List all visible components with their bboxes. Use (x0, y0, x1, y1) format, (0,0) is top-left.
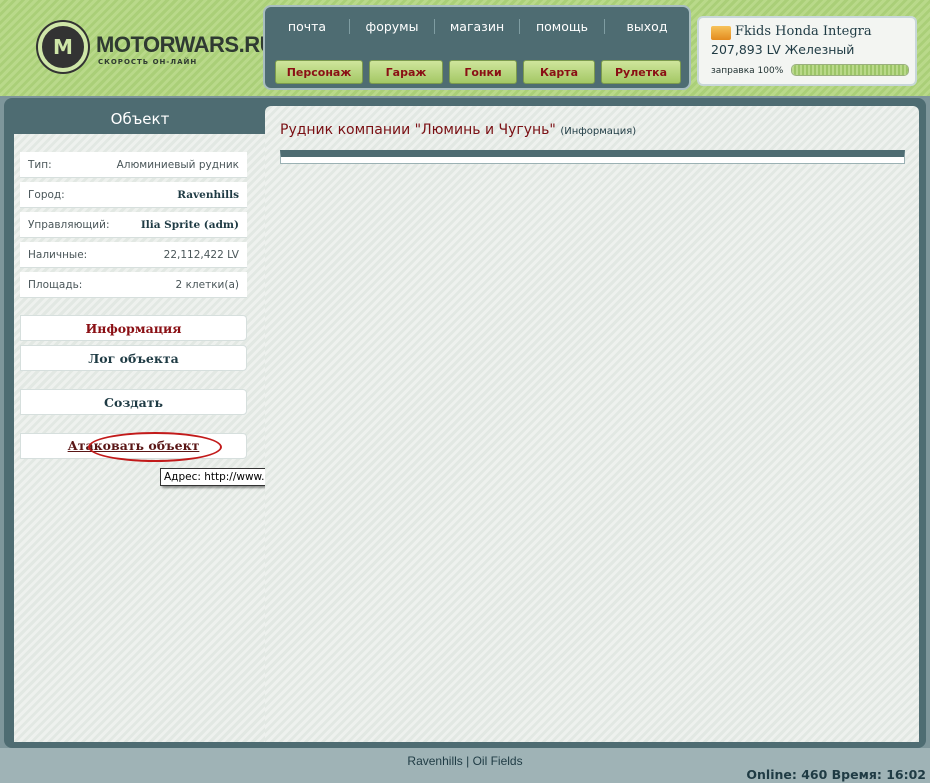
logo-text: MOTORWARS.RU (96, 32, 275, 57)
user-money: 207,893 LV Железный (711, 42, 855, 57)
info-label: Наличные: (28, 248, 88, 261)
menu-info-button[interactable]: Информация (20, 315, 247, 341)
menu-log-button[interactable]: Лог объекта (20, 345, 247, 371)
info-value: 22,112,422 LV (163, 248, 239, 261)
user-info-panel: Fkids Honda Integra 207,893 LV Железный … (697, 16, 917, 86)
info-label: Город: (28, 188, 65, 201)
footer-stats: Online: 460 Время: 16:02 (746, 767, 926, 782)
info-value: 2 клетки(а) (175, 278, 239, 291)
footer: Ravenhills | Oil Fields Online: 460 Врем… (0, 748, 930, 783)
info-value: Алюминиевый рудник (116, 158, 239, 171)
info-value[interactable]: Ilia Sprite (adm) (141, 219, 239, 231)
menu-create-button[interactable]: Создать (20, 389, 247, 415)
info-row-city: Город: Ravenhills (20, 182, 247, 208)
nav-top-links: почта форумы магазин помощь выход (265, 19, 689, 34)
info-row-manager: Управляющий: Ilia Sprite (adm) (20, 212, 247, 238)
info-label: Управляющий: (28, 218, 110, 231)
info-value[interactable]: Ravenhills (177, 189, 239, 201)
info-label: Тип: (28, 158, 52, 171)
nav-races-button[interactable]: Гонки (449, 60, 517, 84)
nav-logout-link[interactable]: выход (604, 19, 689, 34)
page-title-note: (Информация) (560, 126, 637, 137)
nav-character-button[interactable]: Персонаж (275, 60, 363, 84)
logo-subtitle: СКОРОСТЬ ОН-ЛАЙН (98, 58, 198, 66)
page-title: Рудник компании "Люминь и Чугунь" (Инфор… (280, 122, 636, 138)
highlight-circle (88, 432, 222, 462)
nav-help-link[interactable]: помощь (519, 19, 604, 34)
fuel-label: заправка 100% (711, 66, 784, 76)
nav-shop-link[interactable]: магазин (434, 19, 519, 34)
nav-map-button[interactable]: Карта (523, 60, 595, 84)
nav-roulette-button[interactable]: Рулетка (601, 60, 681, 84)
page-title-text: Рудник компании "Люминь и Чугунь" (280, 122, 556, 138)
header: M MOTORWARS.RU СКОРОСТЬ ОН-ЛАЙН почта фо… (0, 0, 930, 96)
fuel-progress-fill (792, 65, 908, 75)
car-icon (711, 26, 731, 40)
info-row-area: Площадь: 2 клетки(а) (20, 272, 247, 298)
nav-garage-button[interactable]: Гараж (369, 60, 443, 84)
site-logo[interactable]: M MOTORWARS.RU СКОРОСТЬ ОН-ЛАЙН (38, 22, 275, 78)
footer-location: Ravenhills | Oil Fields (407, 754, 523, 768)
content-empty-table (280, 150, 905, 164)
info-row-type: Тип: Алюминиевый рудник (20, 152, 247, 178)
fuel-progress-bar (791, 64, 909, 76)
nav-forums-link[interactable]: форумы (349, 19, 434, 34)
user-car-name[interactable]: Fkids Honda Integra (735, 24, 872, 39)
nav-mail-link[interactable]: почта (265, 19, 349, 34)
main-navigation: почта форумы магазин помощь выход Персон… (263, 5, 691, 90)
info-row-cash: Наличные: 22,112,422 LV (20, 242, 247, 268)
content-panel (265, 106, 919, 742)
logo-mark-icon: M (38, 22, 88, 72)
nav-bottom-buttons: Персонаж Гараж Гонки Карта Рулетка (275, 60, 681, 84)
info-label: Площадь: (28, 278, 83, 291)
sidebar-title: Объект (110, 110, 170, 128)
